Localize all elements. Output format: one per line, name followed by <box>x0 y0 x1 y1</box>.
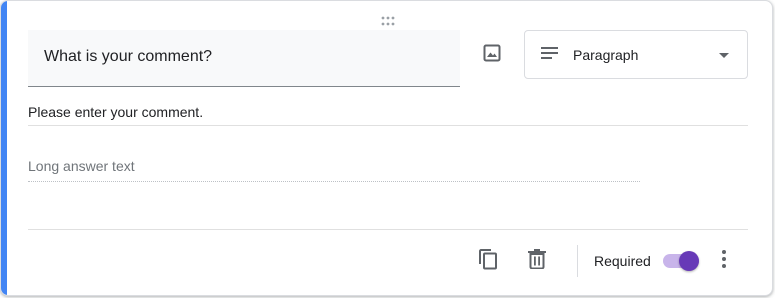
long-answer-field: Long answer text <box>28 151 640 182</box>
trash-icon <box>528 248 546 274</box>
question-description-input[interactable]: Please enter your comment. <box>28 97 748 126</box>
footer-divider <box>28 229 748 230</box>
duplicate-icon <box>478 248 498 275</box>
toggle-thumb <box>679 251 699 271</box>
chevron-down-icon <box>719 53 729 58</box>
duplicate-button[interactable] <box>474 247 502 275</box>
image-icon <box>483 44 501 67</box>
question-title-text: What is your comment? <box>44 48 213 65</box>
more-vert-icon <box>721 249 727 274</box>
more-options-button[interactable] <box>711 247 737 275</box>
long-answer-placeholder: Long answer text <box>28 158 135 174</box>
footer-separator <box>577 245 578 277</box>
paragraph-lines-icon <box>541 46 559 67</box>
required-label: Required <box>594 253 651 269</box>
question-description-text: Please enter your comment. <box>28 104 204 120</box>
active-accent-bar <box>1 1 7 295</box>
drag-handle-icon[interactable] <box>380 13 396 26</box>
question-card: What is your comment? Paragraph Please e… <box>0 0 773 296</box>
required-toggle[interactable] <box>661 249 703 273</box>
question-title-input[interactable]: What is your comment? <box>28 30 460 87</box>
question-type-select[interactable]: Paragraph <box>524 30 748 79</box>
question-type-label: Paragraph <box>573 47 639 63</box>
delete-button[interactable] <box>523 247 551 275</box>
add-image-button[interactable] <box>477 40 507 70</box>
